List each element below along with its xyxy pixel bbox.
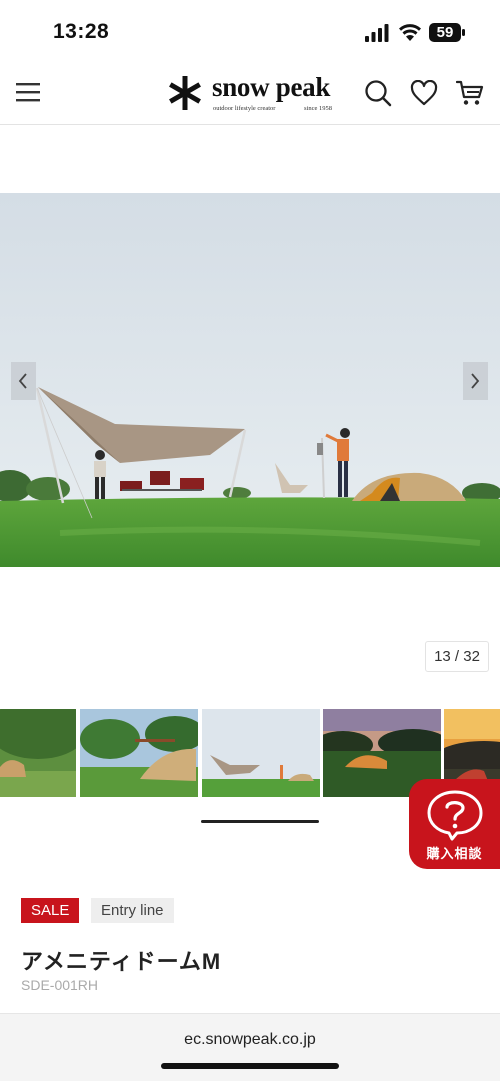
purchase-consultation-button[interactable]: 購入相談 — [409, 779, 500, 869]
product-main-image[interactable] — [0, 193, 500, 567]
url-text[interactable]: ec.snowpeak.co.jp — [0, 1031, 500, 1049]
search-icon[interactable] — [364, 79, 392, 107]
product-code: SDE-001RH — [21, 977, 99, 993]
logo-text: snow peak — [212, 72, 331, 102]
menu-icon[interactable] — [14, 80, 42, 104]
thumbnail-scroll-indicator — [201, 820, 319, 823]
entry-line-badge: Entry line — [91, 898, 174, 923]
thumbnail-2[interactable] — [80, 709, 198, 797]
snow-peak-logo[interactable]: snow peak outdoor lifestyle creator sinc… — [166, 72, 336, 116]
logo-since: since 1958 — [304, 105, 332, 112]
thumbnail-3-active[interactable] — [202, 709, 320, 797]
gallery-counter: 13 / 32 — [425, 641, 489, 672]
thumbnail-1[interactable] — [0, 709, 76, 797]
heart-icon[interactable] — [410, 80, 438, 106]
gallery-prev-button[interactable] — [11, 362, 36, 400]
status-bar: 13:28 59 — [0, 0, 500, 62]
cart-icon[interactable] — [456, 79, 484, 107]
chevron-left-icon — [18, 373, 27, 389]
wifi-icon — [399, 24, 421, 41]
battery-level: 59 — [436, 24, 454, 41]
logo-tagline: outdoor lifestyle creator — [213, 105, 276, 112]
status-time: 13:28 — [53, 20, 110, 43]
consult-label: 購入相談 — [426, 846, 483, 861]
product-title: アメニティドームM — [21, 949, 222, 974]
chevron-right-icon — [471, 373, 480, 389]
home-indicator[interactable] — [161, 1063, 339, 1069]
signal-icon — [365, 24, 389, 42]
browser-address-bar[interactable]: ec.snowpeak.co.jp — [0, 1013, 500, 1081]
gallery-next-button[interactable] — [463, 362, 488, 400]
snowflake-logo-icon — [169, 76, 201, 110]
sale-badge: SALE — [21, 898, 80, 923]
question-bubble-icon — [427, 790, 483, 841]
site-header: snow peak outdoor lifestyle creator sinc… — [0, 62, 500, 125]
